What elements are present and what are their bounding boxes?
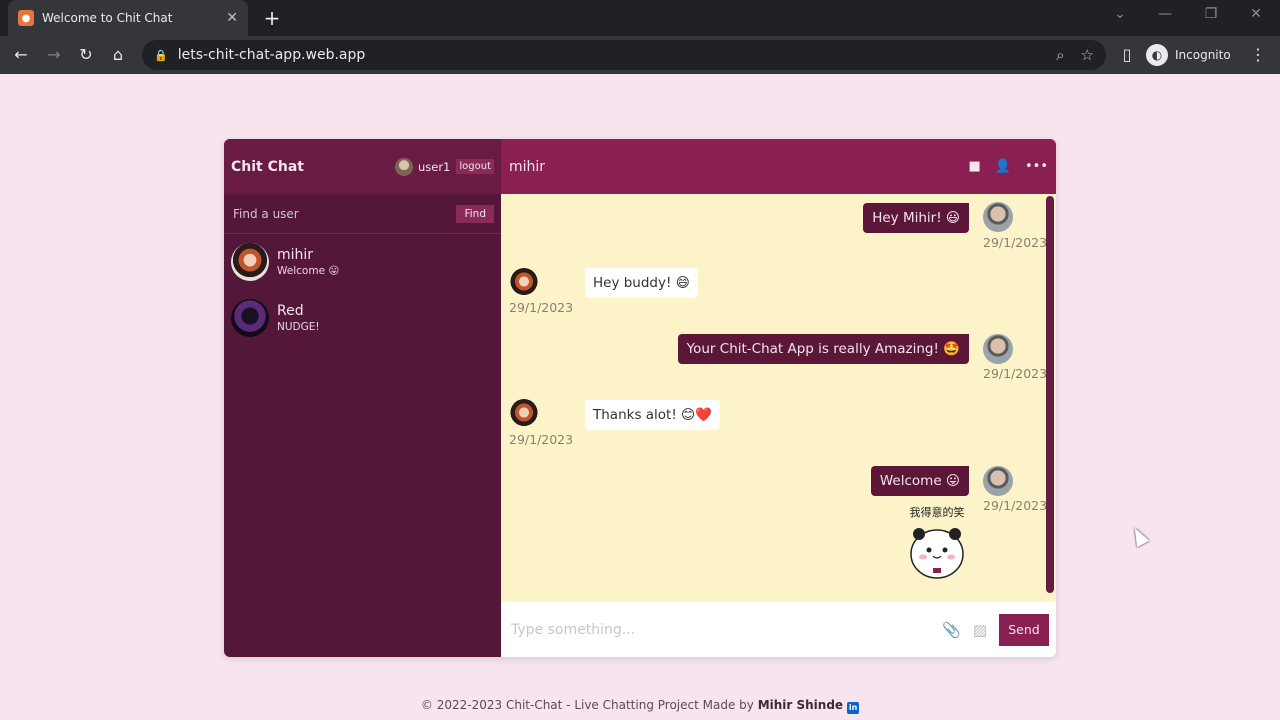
sidebar-header: Chit Chat user1 logout (224, 139, 501, 194)
zoom-icon[interactable]: ⌕ (1056, 46, 1064, 64)
chat-name: mihir (277, 247, 314, 263)
user-search: Find (224, 194, 501, 234)
find-button[interactable]: Find (456, 204, 494, 223)
chat-app: Chit Chat user1 logout Find mihir Welcom… (224, 139, 1056, 657)
tab-title: Welcome to Chit Chat (42, 11, 173, 25)
message-composer: 📎 ▨ Send (501, 602, 1056, 657)
back-icon[interactable]: ← (9, 43, 33, 67)
avatar (983, 334, 1013, 364)
message-bubble: Hey Mihir! 😃 (863, 203, 969, 233)
chat-item-red[interactable]: Red NUDGE! (224, 290, 501, 346)
chat-header: mihir ■ 👤 ••• (501, 139, 1056, 194)
favicon-icon: ● (18, 10, 34, 26)
chat-name: Red (277, 303, 304, 319)
close-window-icon[interactable]: ✕ (1244, 6, 1268, 22)
chat-title: mihir (509, 158, 546, 175)
lock-icon: 🔒 (154, 48, 168, 62)
panda-sticker: 我得意的笑 (910, 505, 965, 579)
message-own: Welcome 😛 (870, 466, 969, 496)
avatar (983, 202, 1013, 232)
message-bubble: Hey buddy! 😄 (585, 268, 698, 298)
url-text: lets-chit-chat-app.web.app (177, 47, 366, 63)
incognito-label: Incognito (1175, 48, 1231, 62)
message-other: Hey buddy! 😄 (585, 268, 698, 298)
attachment-icon[interactable]: 📎 (942, 621, 961, 639)
new-tab-icon[interactable]: + (260, 6, 284, 30)
avatar (509, 268, 539, 298)
message-bubble: Your Chit-Chat App is really Amazing! 🤩 (677, 334, 969, 364)
current-user-avatar (394, 157, 413, 176)
message-input[interactable] (511, 621, 943, 638)
image-upload-icon[interactable]: ▨ (973, 621, 987, 639)
side-panel-icon[interactable]: ▯ (1115, 43, 1139, 67)
tab-search-icon[interactable]: ⌄ (1108, 6, 1132, 22)
avatar (231, 299, 269, 337)
incognito-indicator[interactable]: ◐ Incognito (1146, 42, 1231, 68)
message-time: 29/1/2023 (509, 300, 574, 315)
page-footer: © 2022-2023 Chit-Chat - Live Chatting Pr… (0, 698, 1280, 714)
address-bar[interactable]: 🔒 lets-chit-chat-app.web.app ⌕ ☆ (142, 40, 1106, 70)
restore-icon[interactable]: ❐ (1199, 6, 1223, 22)
bookmark-star-icon[interactable]: ☆ (1081, 46, 1094, 64)
message-scrollbar[interactable] (1046, 196, 1054, 593)
linkedin-icon[interactable]: in (847, 702, 860, 714)
message-time: 29/1/2023 (509, 432, 574, 447)
message-bubble: Thanks alot! 😊❤️ (585, 400, 720, 430)
message-time: 29/1/2023 (983, 235, 1048, 250)
forward-icon[interactable]: → (42, 43, 66, 67)
message-time: 29/1/2023 (983, 366, 1048, 381)
tab-close-icon[interactable]: ✕ (226, 10, 238, 26)
browser-tab[interactable]: ● Welcome to Chit Chat ✕ (8, 0, 248, 36)
browser-tabbar: ● Welcome to Chit Chat ✕ + ⌄ — ❐ ✕ (0, 0, 1280, 36)
avatar (231, 243, 269, 281)
logout-button[interactable]: logout (456, 159, 494, 174)
footer-author: Mihir Shinde (757, 698, 844, 712)
footer-text: © 2022-2023 Chit-Chat - Live Chatting Pr… (420, 698, 758, 712)
brand-title: Chit Chat (231, 158, 304, 175)
reload-icon[interactable]: ↻ (74, 43, 98, 67)
search-input[interactable] (233, 206, 457, 221)
chat-last-message: Welcome 😛 (277, 265, 340, 277)
message-own: Hey Mihir! 😃 (863, 203, 969, 233)
video-camera-icon[interactable]: ■ (969, 159, 981, 174)
message-other: Thanks alot! 😊❤️ (585, 400, 720, 430)
message-time: 29/1/2023 (983, 498, 1048, 513)
minimize-icon[interactable]: — (1153, 6, 1177, 22)
message-own: Your Chit-Chat App is really Amazing! 🤩 (677, 334, 969, 364)
avatar (509, 399, 539, 429)
chat-panel: mihir ■ 👤 ••• Hey Mihir! 😃 29/1/2023 29/… (501, 139, 1056, 657)
more-icon[interactable]: ••• (1025, 159, 1048, 174)
add-user-icon[interactable]: 👤 (995, 159, 1011, 174)
send-button[interactable]: Send (999, 613, 1049, 646)
message-list[interactable]: Hey Mihir! 😃 29/1/2023 29/1/2023 Hey bud… (501, 194, 1056, 602)
incognito-icon: ◐ (1146, 44, 1168, 66)
message-bubble: Welcome 😛 (870, 466, 969, 496)
sidebar: Chit Chat user1 logout Find mihir Welcom… (224, 139, 501, 657)
chat-last-message: NUDGE! (277, 321, 320, 333)
current-user-name: user1 (417, 159, 451, 174)
browser-toolbar: ← → ↻ ⌂ 🔒 lets-chit-chat-app.web.app ⌕ ☆… (0, 36, 1280, 74)
home-icon[interactable]: ⌂ (106, 43, 130, 67)
mouse-cursor-icon (1128, 524, 1150, 548)
sticker-caption: 我得意的笑 (910, 505, 965, 519)
avatar (983, 466, 1013, 496)
menu-kebab-icon[interactable]: ⋮ (1246, 43, 1270, 67)
chat-item-mihir[interactable]: mihir Welcome 😛 (224, 234, 501, 290)
